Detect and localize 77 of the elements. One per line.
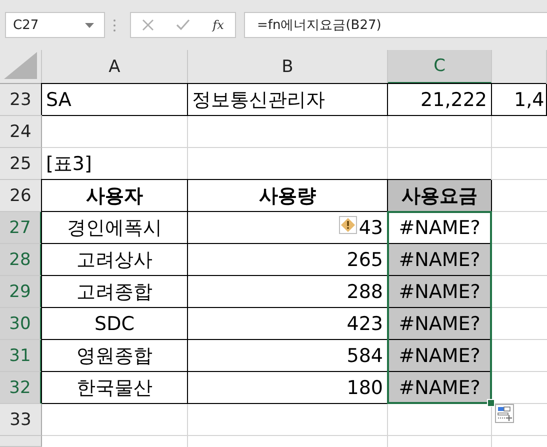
- row-header[interactable]: 27: [0, 212, 42, 244]
- column-header[interactable]: A: [42, 50, 188, 84]
- number-text: 180: [346, 376, 383, 398]
- fill-handle[interactable]: [487, 399, 495, 407]
- table-cell[interactable]: 265: [188, 244, 388, 276]
- error-value: #NAME?: [398, 312, 480, 334]
- column-heading: 사용량: [259, 184, 316, 208]
- grip-icon: [113, 18, 116, 32]
- warning-icon[interactable]: [339, 216, 357, 234]
- number-text: 265: [346, 248, 383, 270]
- dropdown-icon[interactable]: [85, 22, 94, 28]
- row-header[interactable]: 28: [0, 244, 42, 276]
- cell-text: 고려상사: [76, 248, 152, 272]
- column-header[interactable]: B: [188, 50, 388, 84]
- row-header[interactable]: 31: [0, 340, 42, 372]
- error-value: #NAME?: [398, 280, 480, 302]
- autofill-options-icon[interactable]: [495, 404, 514, 423]
- error-value: #NAME?: [398, 376, 480, 398]
- table-cell[interactable]: 정보통신관리자: [188, 84, 388, 116]
- row-header[interactable]: 33: [0, 404, 42, 436]
- cell-text: 경인에폭시: [67, 216, 162, 240]
- table-cell[interactable]: 영원종합: [42, 340, 188, 372]
- cell-reference: C27: [13, 18, 39, 32]
- column-heading: 사용요금: [402, 184, 478, 208]
- column-header[interactable]: [492, 50, 547, 84]
- table-cell[interactable]: 423: [188, 308, 388, 340]
- cell-text: SDC: [94, 312, 134, 334]
- row-header[interactable]: 32: [0, 372, 42, 404]
- table-cell[interactable]: SA: [42, 84, 188, 116]
- cell-text: 한국물산: [76, 376, 152, 400]
- row-header[interactable]: 25: [0, 148, 42, 180]
- table-cell[interactable]: #NAME?: [388, 244, 492, 276]
- table-cell[interactable]: 사용요금: [388, 180, 492, 212]
- table-cell[interactable]: 고려상사: [42, 244, 188, 276]
- table-cell[interactable]: #NAME?: [388, 340, 492, 372]
- table-cell[interactable]: [표3]: [42, 148, 188, 180]
- table-cell[interactable]: 584: [188, 340, 388, 372]
- cell-text: 정보통신관리자: [192, 88, 325, 112]
- table-cell[interactable]: #NAME?: [388, 308, 492, 340]
- error-value: #NAME?: [398, 248, 480, 270]
- table-cell[interactable]: 사용자: [42, 180, 188, 212]
- table-cell[interactable]: 고려종합: [42, 276, 188, 308]
- number-text: 1,4: [514, 88, 544, 110]
- column-header[interactable]: C: [388, 50, 492, 84]
- error-value: #NAME?: [398, 344, 480, 366]
- name-box[interactable]: C27: [5, 12, 105, 38]
- table-cell[interactable]: 한국물산: [42, 372, 188, 404]
- row-header[interactable]: 23: [0, 84, 42, 116]
- number-text: 423: [346, 312, 383, 334]
- table-cell[interactable]: 경인에폭시: [42, 212, 188, 244]
- table-cell[interactable]: 288: [188, 276, 388, 308]
- number-text: 584: [346, 344, 383, 366]
- column-heading: 사용자: [86, 184, 143, 208]
- table-cell[interactable]: SDC: [42, 308, 188, 340]
- number-text: 21,222: [420, 88, 487, 110]
- table-cell[interactable]: 21,222: [388, 84, 492, 116]
- check-icon[interactable]: [176, 19, 190, 31]
- row-header[interactable]: 30: [0, 308, 42, 340]
- table-cell[interactable]: #NAME?: [388, 372, 492, 404]
- cancel-icon[interactable]: [142, 19, 154, 31]
- cell-text: [표3]: [46, 152, 92, 176]
- table-cell[interactable]: 180: [188, 372, 388, 404]
- table-cell[interactable]: #NAME?: [388, 276, 492, 308]
- formula-field[interactable]: =fn에너지요금(B27): [244, 12, 547, 38]
- row-header[interactable]: 24: [0, 116, 42, 148]
- cell-text: 고려종합: [76, 280, 152, 304]
- formula-text: =fn에너지요금(B27): [257, 17, 382, 34]
- insert-function-button[interactable]: fx: [212, 18, 224, 32]
- cell-text: SA: [46, 88, 72, 110]
- table-cell[interactable]: 1,4: [492, 84, 547, 116]
- row-header[interactable]: 29: [0, 276, 42, 308]
- row-header[interactable]: 26: [0, 180, 42, 212]
- number-text: 288: [346, 280, 383, 302]
- table-cell[interactable]: 43: [188, 212, 388, 244]
- cell-text: 영원종합: [76, 344, 152, 368]
- number-text: 43: [358, 216, 383, 238]
- error-value: #NAME?: [398, 216, 480, 238]
